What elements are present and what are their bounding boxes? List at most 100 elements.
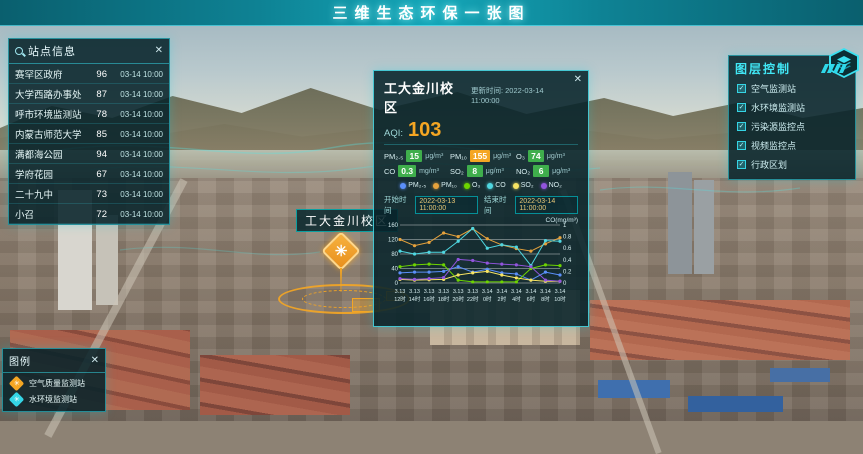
svg-text:3.14: 3.14 [511,289,522,295]
legend-dot-icon [541,183,547,189]
station-row[interactable]: 内蒙古师范大学8503-14 10:00 [9,124,169,144]
map-legend-panel: 图例 ✕ ✳空气质量监测站✳水环境监测站 [2,348,106,412]
legend-item: ✳空气质量监测站 [3,373,105,389]
pollutant-value-badge: 6 [533,165,549,177]
station-row[interactable]: 小召7203-14 10:00 [9,204,169,224]
station-row[interactable]: 赛罕区政府9603-14 10:00 [9,64,169,84]
station-time: 03-14 10:00 [107,170,163,179]
end-time-label: 结束时间 [484,194,509,216]
station-list: 赛罕区政府9603-14 10:00大学西路办事处8703-14 10:00呼市… [9,64,169,224]
svg-text:3.13: 3.13 [424,289,435,295]
pollutant-item: CO0.3mg/m³ [384,165,446,177]
decorative-stripes [823,64,845,73]
chart-legend-item[interactable]: CO [487,182,506,189]
layer-item[interactable]: ✓ 污染源监控点 [729,117,855,136]
building-tower [668,172,692,274]
svg-text:3.14: 3.14 [555,289,566,295]
chart-legend-item[interactable]: O₃ [464,182,480,189]
station-name: 满都海公园 [15,147,85,161]
station-name: 学府花园 [15,167,85,181]
station-row[interactable]: 学府花园6703-14 10:00 [9,164,169,184]
checkbox-icon[interactable]: ✓ [737,141,746,150]
station-name: 二十九中 [15,187,85,201]
page-title: 三维生态环保一张图 [332,2,530,23]
svg-text:6时: 6时 [527,295,536,303]
legend-item: ✳水环境监测站 [3,389,105,405]
checkbox-icon[interactable]: ✓ [737,103,746,112]
layer-label: 污染源监控点 [751,120,805,133]
legend-label: CO [495,182,506,189]
layer-label: 水环境监测站 [751,101,805,114]
station-name: 大学西路办事处 [15,87,85,101]
station-aqi: 87 [85,89,107,100]
checkbox-icon[interactable]: ✓ [737,122,746,131]
legend-dot-icon [433,183,439,189]
station-time: 03-14 10:00 [107,210,163,219]
svg-text:80: 80 [391,252,398,258]
svg-text:10时: 10时 [554,295,566,303]
pollutant-item: SO₂8μg/m³ [450,165,512,177]
close-icon[interactable]: ✕ [155,46,163,56]
close-icon[interactable]: ✕ [91,356,99,366]
layer-list: ✓空气监测站✓水环境监测站✓污染源监控点✓视频监控点✓行政区划 [729,79,855,174]
layer-label: 视频监控点 [751,139,796,152]
layer-item[interactable]: ✓ 行政区划 [729,155,855,174]
layer-item[interactable]: ✓空气监测站 [729,79,855,98]
svg-text:14时: 14时 [409,295,421,303]
pollutant-item: O₃74μg/m³ [516,150,578,162]
pollutant-name: PM₁₀ [450,152,467,161]
legend-item-label: 空气质量监测站 [29,378,85,389]
svg-text:3.14: 3.14 [540,289,551,295]
station-list-panel: 站点信息 ✕ 赛罕区政府9603-14 10:00大学西路办事处8703-14 … [8,38,170,225]
blue-roof [688,396,783,412]
svg-text:3.14: 3.14 [496,289,507,295]
station-time: 03-14 10:00 [107,130,163,139]
layer-label: 行政区划 [751,158,787,171]
station-aqi: 78 [85,109,107,120]
svg-text:3.13: 3.13 [395,289,406,295]
svg-text:0.6: 0.6 [563,246,572,252]
svg-text:16时: 16时 [423,295,435,303]
chart-legend-item[interactable]: SO₂ [513,182,534,189]
station-panel-header: 站点信息 ✕ [9,39,169,64]
chart-legend-item[interactable]: PM₂.₅ [400,182,426,189]
station-aqi: 94 [85,149,107,160]
end-time-input[interactable]: 2022-03-14 11:00:00 [515,196,578,214]
layer-item[interactable]: ✓ 视频监控点 [729,136,855,155]
aqi-row: AQI: 103 [384,119,578,145]
chart-legend-item[interactable]: PM₁₀ [433,182,457,189]
pollutant-item: PM₂.₅15μg/m³ [384,150,446,162]
legend-dot-icon [487,183,493,189]
station-row[interactable]: 满都海公园9403-14 10:00 [9,144,169,164]
station-row[interactable]: 呼市环境监测站7803-14 10:00 [9,104,169,124]
line-chart-svg[interactable]: 0408012016000.20.40.60.813.1312时3.1314时3… [384,219,580,315]
chart-legend-item[interactable]: NO₂ [541,182,562,189]
legend-label: PM₁₀ [441,182,457,189]
station-row[interactable]: 大学西路办事处8703-14 10:00 [9,84,169,104]
close-icon[interactable]: ✕ [574,75,582,85]
start-time-input[interactable]: 2022-03-13 11:00:00 [415,196,478,214]
station-row[interactable]: 二十九中7303-14 10:00 [9,184,169,204]
time-range-row: 开始时间 2022-03-13 11:00:00 结束时间 2022-03-14… [384,194,578,216]
legend-dot-icon [513,183,519,189]
svg-text:3.13: 3.13 [453,289,464,295]
svg-text:160: 160 [388,223,399,229]
svg-text:2时: 2时 [498,295,507,303]
station-time: 03-14 10:00 [107,190,163,199]
checkbox-icon[interactable]: ✓ [737,84,746,93]
station-name: 内蒙古师范大学 [15,127,85,141]
pollutant-unit: mg/m³ [419,168,439,175]
svg-text:3.13: 3.13 [438,289,449,295]
legend-dot-icon [464,183,470,189]
aqi-popup: ✕ 工大金川校区 更新时间: 2022-03-14 11:00:00 AQI: … [373,70,589,327]
pollutant-value-badge: 8 [467,165,483,177]
station-aqi: 67 [85,169,107,180]
update-time-label: 更新时间: [471,86,503,95]
checkbox-icon[interactable]: ✓ [737,160,746,169]
station-panel-title: 站点信息 [28,43,150,59]
pollutant-value-badge: 74 [528,150,544,162]
pollutant-name: SO₂ [450,167,464,176]
station-aqi: 85 [85,129,107,140]
svg-text:0.8: 0.8 [563,235,572,241]
layer-item[interactable]: ✓ 水环境监测站 [729,98,855,117]
